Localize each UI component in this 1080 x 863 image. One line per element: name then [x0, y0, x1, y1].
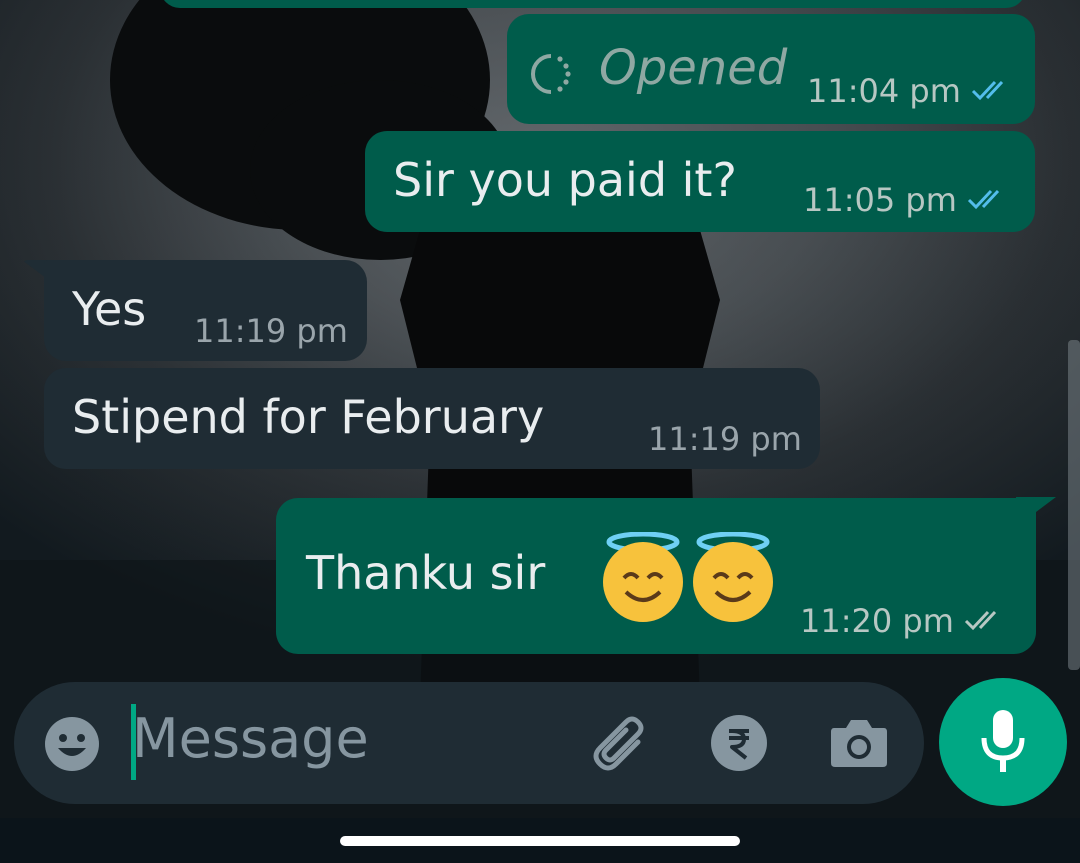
home-gesture-bar[interactable] — [340, 836, 740, 846]
camera-icon[interactable] — [830, 716, 888, 768]
message-text: Opened — [599, 40, 788, 96]
message-input[interactable]: Message — [132, 707, 369, 770]
message-bubble-incoming[interactable]: Yes 11:19 pm — [44, 260, 367, 361]
smiling-face-with-halo-icon — [603, 532, 683, 622]
message-text: Thanku sir — [306, 546, 546, 600]
previous-message-bubble[interactable] — [160, 0, 1026, 8]
message-time: 11:05 pm — [803, 181, 957, 219]
rupee-payment-icon[interactable] — [710, 714, 768, 772]
view-once-icon — [531, 54, 571, 94]
message-bubble-outgoing[interactable]: Thanku sir 11:20 pm — [276, 498, 1036, 654]
message-text: Sir you paid it? — [393, 153, 737, 207]
message-bubble-outgoing[interactable]: Sir you paid it? 11:05 pm — [365, 131, 1035, 232]
message-text: Yes — [72, 282, 147, 336]
message-time: 11:19 pm — [648, 420, 802, 458]
read-ticks-icon — [967, 189, 1000, 210]
voice-record-button[interactable] — [939, 678, 1067, 806]
message-time: 11:04 pm — [807, 72, 961, 110]
smiling-face-with-halo-icon — [693, 532, 773, 622]
message-text: Stipend for February — [72, 390, 545, 444]
message-bubble-outgoing[interactable]: Opened 11:04 pm — [507, 14, 1035, 124]
read-ticks-icon — [971, 80, 1004, 101]
message-bubble-incoming[interactable]: Stipend for February 11:19 pm — [44, 368, 820, 469]
mic-icon — [981, 710, 1025, 772]
message-time: 11:20 pm — [800, 602, 954, 640]
delivered-ticks-icon — [964, 610, 997, 631]
message-time: 11:19 pm — [194, 312, 348, 350]
scrollbar[interactable] — [1068, 340, 1080, 670]
attach-icon[interactable] — [588, 712, 650, 774]
emoji-icon[interactable] — [44, 716, 100, 772]
chat-screen: Opened 11:04 pm Sir you paid it? 11:05 p… — [0, 0, 1080, 863]
